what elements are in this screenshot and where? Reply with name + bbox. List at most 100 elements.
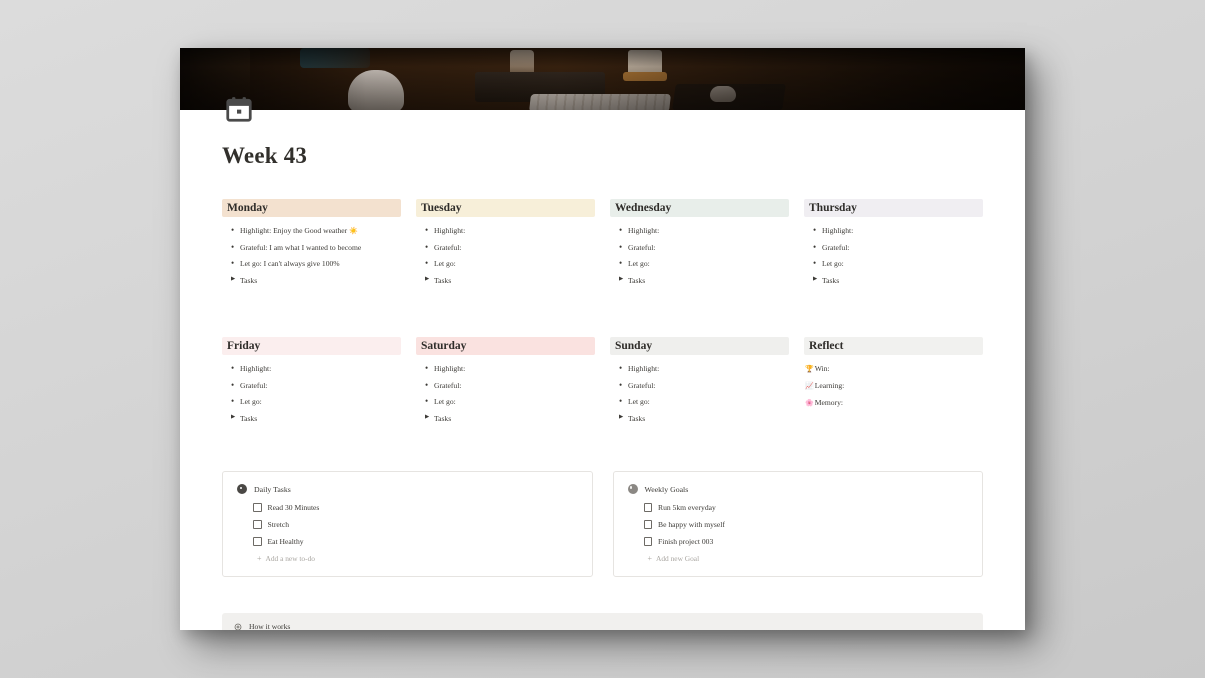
day-item-tasks-toggle[interactable]: Tasks: [813, 276, 983, 285]
trophy-icon: 🏆: [805, 365, 814, 373]
day-header-sunday: Sunday: [610, 337, 789, 355]
daily-tasks-header[interactable]: Daily Tasks: [237, 484, 578, 494]
day-item-grateful[interactable]: Grateful: I am what I wanted to become: [231, 242, 401, 253]
calendar-icon[interactable]: [224, 94, 254, 124]
weekly-goals-header[interactable]: Weekly Goals: [627, 484, 969, 494]
banner-shading: [180, 48, 1025, 110]
callout-title: How it works: [249, 622, 291, 630]
weekly-goal-row[interactable]: Run 5km everyday: [643, 503, 969, 512]
reflect-item-label: Win:: [814, 364, 830, 373]
add-todo-button[interactable]: + Add a new to-do: [257, 554, 578, 563]
checkbox-icon[interactable]: [253, 537, 262, 546]
day-header-thursday: Thursday: [804, 199, 983, 217]
checkbox-icon[interactable]: [643, 520, 652, 529]
gear-icon: [234, 623, 242, 630]
day-card-tuesday: Tuesday Highlight: Grateful: Let go: Tas…: [416, 199, 595, 299]
day-item-highlight[interactable]: Highlight:: [231, 363, 401, 374]
reflect-item-memory[interactable]: 🌸Memory:: [805, 398, 983, 407]
daily-task-row[interactable]: Eat Healthy: [253, 537, 578, 546]
reflect-item-label: Learning:: [814, 380, 845, 390]
daily-task-label: Read 30 Minutes: [267, 503, 320, 512]
desktop-background: Week 43 Monday Highlight: Enjoy the Good…: [0, 0, 1205, 678]
plus-icon: +: [647, 553, 653, 563]
callout-header[interactable]: How it works: [234, 622, 971, 630]
hollow-radio-icon[interactable]: [627, 484, 638, 494]
reflect-item-win[interactable]: 🏆Win:: [805, 364, 983, 373]
daily-task-label: Stretch: [267, 520, 290, 529]
day-item-grateful[interactable]: Grateful:: [425, 379, 595, 390]
day-item-tasks-toggle[interactable]: Tasks: [425, 276, 595, 285]
day-item-grateful[interactable]: Grateful:: [619, 379, 789, 390]
day-item-highlight[interactable]: Highlight:: [813, 225, 983, 236]
day-card-monday: Monday Highlight: Enjoy the Good weather…: [222, 199, 401, 299]
day-item-letgo[interactable]: Let go:: [425, 258, 595, 269]
day-item-highlight[interactable]: Highlight: Enjoy the Good weather☀️: [231, 225, 401, 236]
weekly-goal-label: Run 5km everyday: [658, 503, 716, 512]
daily-task-row[interactable]: Stretch: [253, 520, 578, 529]
day-header-friday: Friday: [222, 337, 401, 355]
weekly-goal-row[interactable]: Be happy with myself: [643, 520, 969, 529]
day-items-saturday: Highlight: Grateful: Let go: Tasks: [416, 363, 595, 423]
day-items-tuesday: Highlight: Grateful: Let go: Tasks: [416, 225, 595, 285]
day-item-tasks-toggle[interactable]: Tasks: [425, 414, 595, 423]
sun-icon: ☀️: [349, 227, 358, 235]
notion-page: Week 43 Monday Highlight: Enjoy the Good…: [180, 48, 1025, 630]
day-item-highlight[interactable]: Highlight:: [425, 225, 595, 236]
daily-tasks-panel: Daily Tasks Read 30 Minutes Stretch Eat …: [222, 471, 593, 577]
day-item-highlight[interactable]: Highlight:: [619, 363, 789, 374]
day-item-grateful[interactable]: Grateful:: [231, 379, 401, 390]
day-items-wednesday: Highlight: Grateful: Let go: Tasks: [610, 225, 789, 285]
weekly-goal-label: Finish project 003: [658, 537, 714, 546]
day-item-letgo[interactable]: Let go:: [231, 396, 401, 407]
reflect-item-learning[interactable]: 📈Learning:: [805, 381, 983, 390]
day-item-tasks-toggle[interactable]: Tasks: [231, 414, 401, 423]
task-panels: Daily Tasks Read 30 Minutes Stretch Eat …: [222, 471, 983, 577]
checkbox-icon[interactable]: [643, 503, 652, 512]
day-items-friday: Highlight: Grateful: Let go: Tasks: [222, 363, 401, 423]
day-card-thursday: Thursday Highlight: Grateful: Let go: Ta…: [804, 199, 983, 299]
weekly-goal-label: Be happy with myself: [658, 520, 725, 529]
day-item-highlight[interactable]: Highlight:: [425, 363, 595, 374]
weekly-goal-row[interactable]: Finish project 003: [643, 537, 969, 546]
checkbox-icon[interactable]: [253, 503, 262, 512]
daily-task-label: Eat Healthy: [267, 537, 304, 546]
daily-task-row[interactable]: Read 30 Minutes: [253, 503, 578, 512]
page-title: Week 43: [222, 143, 308, 168]
day-card-saturday: Saturday Highlight: Grateful: Let go: Ta…: [416, 337, 595, 437]
weekly-goals-title: Weekly Goals: [644, 484, 689, 494]
day-item-letgo[interactable]: Let go:: [813, 258, 983, 269]
weekly-goals-panel: Weekly Goals Run 5km everyday Be happy w…: [612, 471, 983, 577]
day-items-thursday: Highlight: Grateful: Let go: Tasks: [804, 225, 983, 285]
day-items-sunday: Highlight: Grateful: Let go: Tasks: [610, 363, 789, 423]
add-goal-button[interactable]: + Add new Goal: [648, 554, 969, 563]
day-grid-row-2: Friday Highlight: Grateful: Let go: Task…: [222, 337, 983, 437]
day-item-letgo[interactable]: Let go:: [425, 396, 595, 407]
day-header-reflect: Reflect: [804, 337, 983, 355]
day-item-tasks-toggle[interactable]: Tasks: [619, 414, 789, 423]
checkbox-icon[interactable]: [643, 537, 652, 546]
reflect-item-label: Memory:: [814, 397, 843, 407]
page-banner-image: [180, 48, 1025, 110]
reflect-items: 🏆Win: 📈Learning: 🌸Memory:: [804, 364, 983, 407]
plus-icon: +: [257, 553, 262, 563]
day-items-monday: Highlight: Enjoy the Good weather☀️ Grat…: [222, 225, 401, 285]
day-item-letgo[interactable]: Let go:: [619, 258, 789, 269]
day-card-wednesday: Wednesday Highlight: Grateful: Let go: T…: [610, 199, 789, 299]
day-item-grateful[interactable]: Grateful:: [813, 241, 983, 252]
day-item-grateful[interactable]: Grateful:: [425, 241, 595, 252]
chart-up-icon: 📈: [805, 381, 814, 390]
add-todo-label: Add a new to-do: [265, 554, 315, 563]
day-item-tasks-toggle[interactable]: Tasks: [231, 276, 401, 285]
blossom-icon: 🌸: [805, 398, 814, 407]
day-item-label: Highlight: Enjoy the Good weather: [240, 226, 348, 235]
day-item-tasks-toggle[interactable]: Tasks: [619, 276, 789, 285]
day-card-sunday: Sunday Highlight: Grateful: Let go: Task…: [610, 337, 789, 437]
day-item-highlight[interactable]: Highlight:: [619, 225, 789, 236]
checkbox-icon[interactable]: [253, 520, 262, 529]
day-card-reflect: Reflect 🏆Win: 📈Learning: 🌸Memory:: [804, 337, 983, 437]
day-item-grateful[interactable]: Grateful:: [619, 241, 789, 252]
day-item-letgo[interactable]: Let go:: [619, 396, 789, 407]
daily-tasks-title: Daily Tasks: [254, 484, 291, 494]
filled-radio-icon[interactable]: [237, 484, 247, 494]
day-item-letgo[interactable]: Let go: I can't always give 100%: [231, 258, 401, 269]
